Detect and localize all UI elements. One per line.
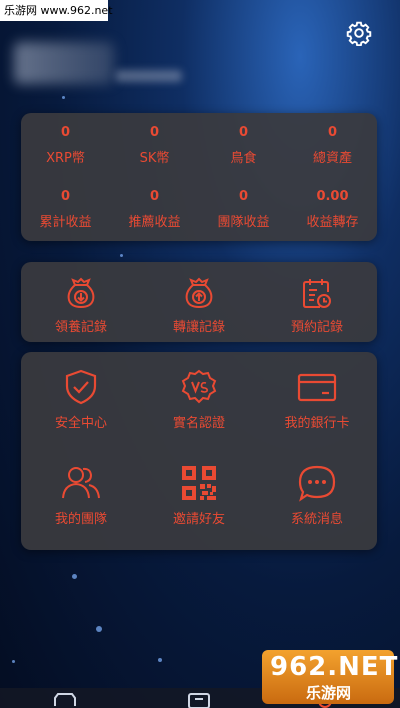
gear-icon[interactable] [346,20,372,46]
stat-xrp[interactable]: 0 XRP幣 [21,125,110,166]
stat-sk[interactable]: 0 SK幣 [110,125,199,166]
stat-value: 0.00 [316,189,349,204]
stat-label: 團隊收益 [217,215,270,230]
store-icon[interactable] [52,692,78,708]
records-card: 領養記錄 轉讓記錄 預約記錄 [21,262,377,342]
avatar-username-blurred [14,42,114,84]
stat-label: 收益轉存 [306,215,359,230]
stat-label: XRP幣 [46,151,85,166]
menu-label: 安全中心 [54,416,107,431]
records-label: 領養記錄 [54,320,107,335]
stats-card: 0 XRP幣 0 SK幣 0 鳥食 0 總資產 0 累計收益 0 推薦收益 0 … [21,113,377,241]
bank-card-icon [297,373,337,402]
verified-badge-icon [181,369,217,404]
stat-value: 0 [327,125,338,140]
menu-label: 實名認證 [172,416,225,431]
stat-birdfood[interactable]: 0 鳥食 [199,125,288,166]
watermark-label: 乐游网 www.962.net [0,0,113,21]
user-id-blurred [116,70,182,82]
stat-label: 鳥食 [230,151,257,166]
stat-value: 0 [238,125,249,140]
menu-label: 我的銀行卡 [284,416,350,431]
moneybag-up-icon [185,277,213,309]
stat-label: 累計收益 [39,215,92,230]
menu-label: 系統消息 [290,512,343,527]
stat-value: 0 [149,125,160,140]
security-center-button[interactable]: 安全中心 [22,368,140,431]
shield-check-icon [65,369,97,405]
transfer-records-button[interactable]: 轉讓記錄 [140,276,258,335]
star-decoration [96,626,102,632]
system-messages-button[interactable]: 系統消息 [258,464,376,527]
stat-label: 推薦收益 [128,215,181,230]
stat-label: 總資產 [312,151,352,166]
records-label: 預約記錄 [290,320,343,335]
stat-cumulative-earnings[interactable]: 0 累計收益 [21,189,110,230]
my-team-button[interactable]: 我的團隊 [22,464,140,527]
stat-team-earnings[interactable]: 0 團隊收益 [199,189,288,230]
calendar-clock-icon [303,279,331,308]
real-name-verify-button[interactable]: 實名認證 [140,368,258,431]
records-label: 轉讓記錄 [172,320,225,335]
star-decoration [62,96,65,99]
adopt-records-button[interactable]: 領養記錄 [22,276,140,335]
stat-referral-earnings[interactable]: 0 推薦收益 [110,189,199,230]
menu-label: 邀請好友 [172,512,225,527]
star-decoration [72,574,77,579]
logo-text: 962.NET [270,652,399,682]
star-decoration [158,658,162,662]
stat-earnings-transfer[interactable]: 0.00 收益轉存 [288,189,377,230]
star-decoration [12,660,15,663]
stat-value: 0 [60,125,71,140]
wallet-icon[interactable] [186,692,212,708]
stat-value: 0 [149,189,160,204]
site-logo: 962.NET 乐游网 [262,650,397,704]
menu-label: 我的團隊 [54,512,107,527]
stat-value: 0 [238,189,249,204]
stat-value: 0 [60,189,71,204]
menu-card: 安全中心 實名認證 我的銀行卡 我的團隊 邀請好友 系統消息 [21,352,377,550]
chat-bubble-icon [298,465,336,502]
stat-total-assets[interactable]: 0 總資產 [288,125,377,166]
team-icon [62,467,100,499]
star-decoration [120,254,123,257]
invite-friends-button[interactable]: 邀請好友 [140,464,258,527]
moneybag-down-icon [67,277,95,309]
bank-card-button[interactable]: 我的銀行卡 [258,368,376,431]
reservation-records-button[interactable]: 預約記錄 [258,276,376,335]
logo-subtext: 乐游网 [306,684,352,702]
stat-label: SK幣 [139,151,170,166]
qr-code-icon [182,466,216,500]
